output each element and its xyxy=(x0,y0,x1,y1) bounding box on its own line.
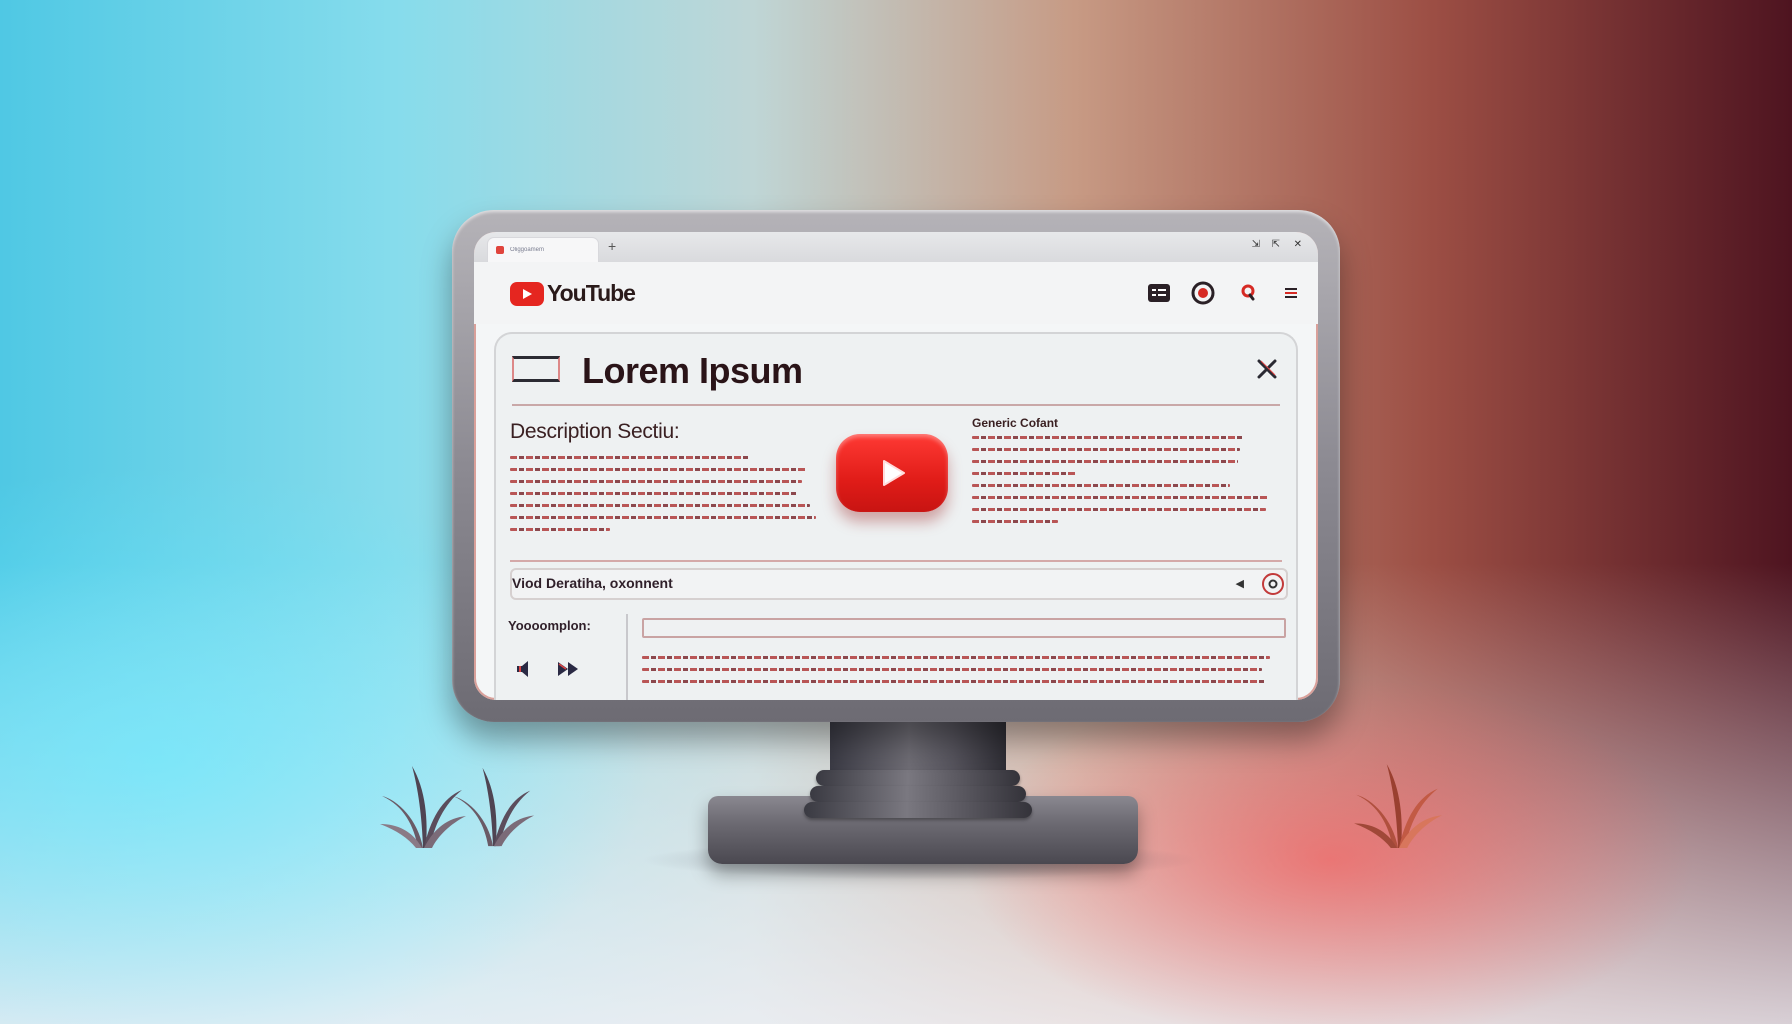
fast-forward-icon xyxy=(558,662,578,676)
restore-icon[interactable]: ⇲ xyxy=(1252,239,1260,251)
text-line xyxy=(510,528,610,531)
generic-content-text xyxy=(972,436,1272,532)
menu-icon[interactable] xyxy=(1278,280,1304,306)
refresh-icon xyxy=(1268,579,1278,589)
text-line xyxy=(972,436,1244,439)
record-icon[interactable] xyxy=(1190,280,1216,306)
text-line xyxy=(510,468,806,471)
youtube-header: YouTube xyxy=(474,262,1318,324)
youtube-logo[interactable]: YouTube xyxy=(510,280,636,307)
monitor-bezel: Oliggoamem + ⇲ ⇱ ✕ YouTube Lorem Ipsum D… xyxy=(452,210,1340,722)
browser-tab-title: Oliggoamem xyxy=(510,247,545,253)
fast-forward-button[interactable] xyxy=(556,658,578,680)
new-tab-button[interactable]: + xyxy=(608,238,616,254)
maximize-icon[interactable]: ⇱ xyxy=(1272,239,1280,251)
close-icon xyxy=(1257,359,1277,379)
play-icon xyxy=(883,460,905,486)
playlist-icon[interactable] xyxy=(1146,280,1172,306)
text-line xyxy=(972,520,1058,523)
youtube-play-logo-icon xyxy=(510,281,544,306)
text-line xyxy=(510,516,816,519)
monitor-stand-ring xyxy=(816,770,1020,786)
favicon-icon xyxy=(496,246,504,254)
search-icon[interactable] xyxy=(1236,280,1262,306)
youtube-logo-text: YouTube xyxy=(547,280,636,306)
refresh-button[interactable] xyxy=(1262,573,1284,595)
text-line xyxy=(510,504,810,507)
video-details-label: Viod Deratiha, oxonnent xyxy=(512,575,673,591)
playback-panel: Yoooomplon: xyxy=(508,614,628,700)
progress-bar[interactable] xyxy=(642,618,1286,638)
text-line xyxy=(642,656,1270,659)
description-heading: Description Sectiu: xyxy=(510,420,680,443)
text-line xyxy=(642,668,1262,671)
monitor-stand-ring xyxy=(804,802,1032,818)
text-line xyxy=(972,508,1266,511)
window-icon xyxy=(512,356,560,382)
text-line xyxy=(642,680,1266,683)
close-button[interactable] xyxy=(1254,356,1280,382)
arrow-left-icon[interactable]: ◀ xyxy=(1236,578,1244,590)
section-divider xyxy=(510,560,1282,562)
video-play-button[interactable] xyxy=(836,434,948,512)
monitor-stand-ring xyxy=(810,786,1026,802)
text-line xyxy=(972,448,1240,451)
text-line xyxy=(972,496,1268,499)
text-line xyxy=(972,460,1238,463)
card-title: Lorem Ipsum xyxy=(582,350,803,391)
text-line xyxy=(972,472,1076,475)
content-card: Lorem Ipsum Description Sectiu: Generic … xyxy=(494,332,1298,700)
card-title-row: Lorem Ipsum xyxy=(512,334,1280,406)
text-line xyxy=(510,480,802,483)
description-text xyxy=(510,456,816,540)
close-window-icon[interactable]: ✕ xyxy=(1294,239,1302,251)
generic-content-heading: Generic Cofant xyxy=(972,416,1059,430)
plant-right xyxy=(1354,764,1442,848)
comment-text xyxy=(642,656,1272,692)
plant-left-2 xyxy=(453,767,535,847)
screen: Oliggoamem + ⇲ ⇱ ✕ YouTube Lorem Ipsum D… xyxy=(474,232,1318,700)
speaker-icon xyxy=(517,661,528,677)
browser-tab[interactable]: Oliggoamem xyxy=(488,238,598,262)
volume-button[interactable] xyxy=(514,658,536,680)
text-line xyxy=(510,492,798,495)
text-line xyxy=(510,456,750,459)
browser-tab-bar: Oliggoamem + ⇲ ⇱ ✕ xyxy=(474,232,1318,263)
playback-panel-title: Yoooomplon: xyxy=(508,618,591,633)
text-line xyxy=(972,484,1230,487)
video-details-bar[interactable]: Viod Deratiha, oxonnent ◀ xyxy=(510,568,1288,600)
